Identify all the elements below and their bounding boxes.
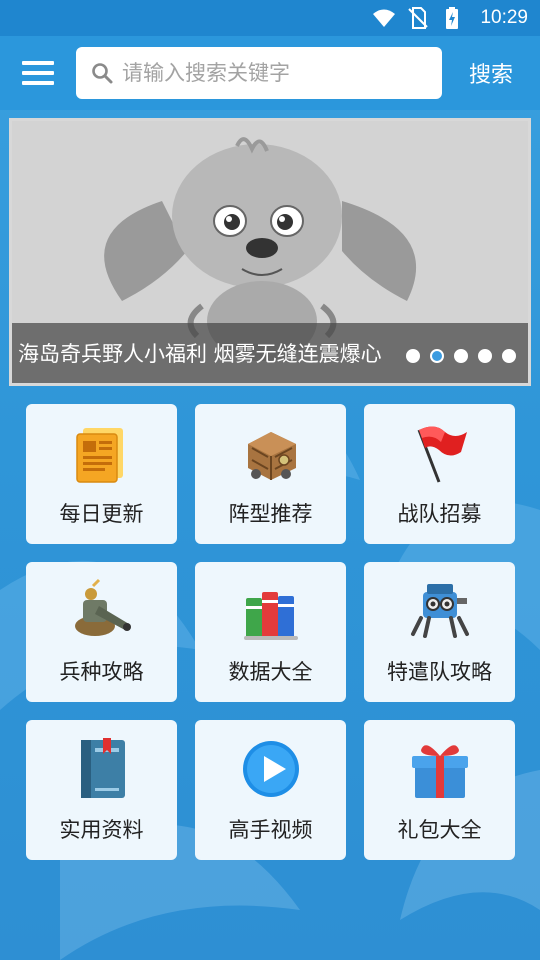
- red-flag-icon: [417, 426, 467, 483]
- menu-button[interactable]: [0, 36, 76, 110]
- wifi-icon: [373, 9, 396, 27]
- tile-unit-guide[interactable]: 兵种攻略: [26, 562, 177, 702]
- tile-taskforce-guide[interactable]: 特遣队攻略: [364, 562, 515, 702]
- search-icon: [92, 63, 113, 84]
- status-bar: 10:29: [0, 0, 540, 36]
- tile-label: 数据大全: [228, 660, 313, 684]
- gift-box-icon: [411, 745, 468, 798]
- books-icon: [243, 592, 298, 640]
- supply-crate-icon: [247, 432, 296, 480]
- newspaper-icon: [75, 428, 123, 483]
- banner-title: 海岛奇兵野人小福利 烟雾无缝连震爆心: [18, 342, 382, 366]
- cannon-icon: [74, 578, 131, 636]
- robot-tank-icon: [410, 584, 469, 638]
- tile-label: 战队招募: [397, 502, 482, 526]
- no-sim-icon: [408, 7, 429, 29]
- tile-formation-recommend[interactable]: 阵型推荐: [195, 404, 346, 544]
- menu-icon: [22, 61, 54, 85]
- tile-useful-info[interactable]: 实用资料: [26, 720, 177, 860]
- search-input[interactable]: [122, 53, 442, 93]
- play-video-icon: [242, 741, 299, 797]
- carousel-dot[interactable]: [478, 349, 492, 363]
- carousel-dot[interactable]: [502, 349, 516, 363]
- tile-label: 阵型推荐: [228, 502, 313, 526]
- feature-grid: 每日更新 阵型推荐 战队招募 兵种攻略 数据大全 特遣队攻略 实用资料 高手视频…: [26, 404, 515, 860]
- banner-carousel[interactable]: 海岛奇兵野人小福利 烟雾无缝连震爆心: [9, 118, 531, 386]
- tile-label: 礼包大全: [397, 818, 482, 842]
- tile-daily-updates[interactable]: 每日更新: [26, 404, 177, 544]
- tile-team-recruit[interactable]: 战队招募: [364, 404, 515, 544]
- tile-label: 特遣队攻略: [387, 660, 492, 684]
- tile-label: 兵种攻略: [59, 660, 144, 684]
- tile-label: 高手视频: [228, 818, 313, 842]
- tile-label: 实用资料: [59, 818, 144, 842]
- notebook-icon: [80, 738, 125, 798]
- status-time: 10:29: [480, 7, 528, 28]
- tile-gift-packs[interactable]: 礼包大全: [364, 720, 515, 860]
- top-header: 搜索: [0, 36, 540, 110]
- carousel-dot[interactable]: [454, 349, 468, 363]
- battery-charging-icon: [446, 7, 459, 29]
- search-box[interactable]: [76, 47, 442, 99]
- search-button[interactable]: 搜索: [442, 36, 540, 110]
- tile-data-collection[interactable]: 数据大全: [195, 562, 346, 702]
- carousel-dot-active[interactable]: [430, 349, 444, 363]
- carousel-dot[interactable]: [406, 349, 420, 363]
- carousel-indicators: [406, 349, 516, 363]
- tile-expert-videos[interactable]: 高手视频: [195, 720, 346, 860]
- tile-label: 每日更新: [59, 502, 144, 526]
